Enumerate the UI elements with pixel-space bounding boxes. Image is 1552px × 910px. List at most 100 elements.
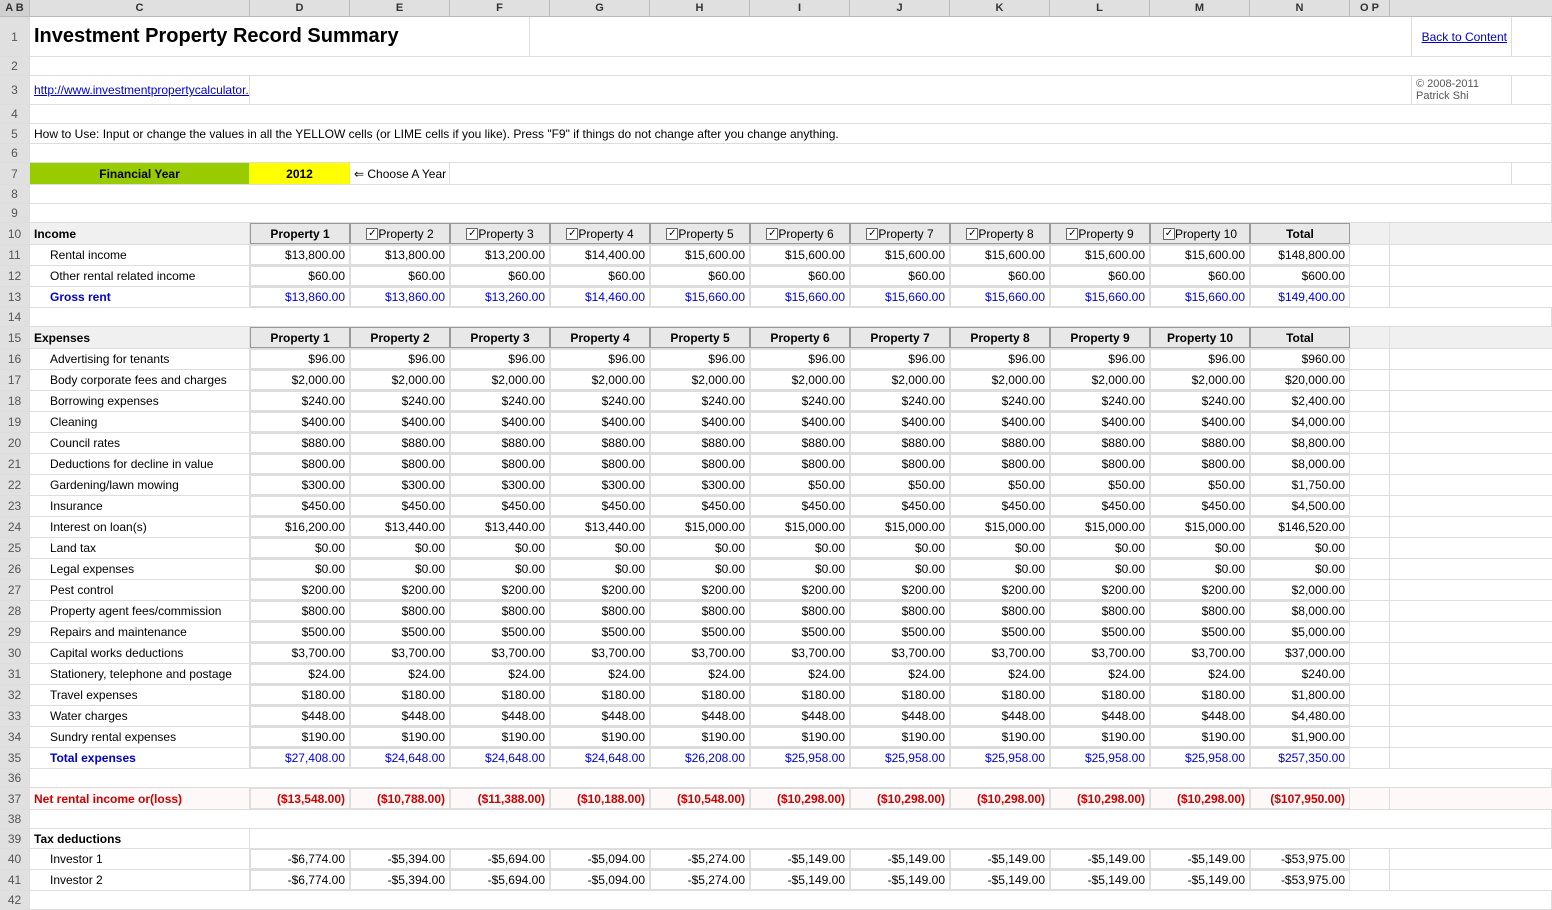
exp-val-17-2: $448.00: [450, 706, 550, 726]
exp-row-label-7: Insurance: [30, 496, 250, 516]
prop2-checkbox[interactable]: ✓: [366, 228, 378, 240]
exp-val-11-8: $200.00: [1050, 580, 1150, 600]
financial-year-value[interactable]: 2012: [250, 163, 350, 184]
exp-val-16-1: $180.00: [350, 685, 450, 705]
income-prop2-header: ✓ Property 2: [350, 223, 450, 244]
net-rental-p5: ($10,548.00): [650, 788, 750, 809]
exp-prop6-header: Property 6: [750, 327, 850, 348]
exp-val-13-9: $500.00: [1150, 622, 1250, 642]
exp-val-15-9: $24.00: [1150, 664, 1250, 684]
exp-val-10-1: $0.00: [350, 559, 450, 579]
rownum-11: 11: [0, 245, 30, 265]
exp-val-9-4: $0.00: [650, 538, 750, 558]
exp-val-1-9: $2,000.00: [1150, 370, 1250, 390]
prop8-checkbox[interactable]: ✓: [966, 228, 978, 240]
prop4-checkbox[interactable]: ✓: [566, 228, 578, 240]
exp-val-17-3: $448.00: [550, 706, 650, 726]
exp-val-13-4: $500.00: [650, 622, 750, 642]
net-rental-total: ($107,950.00): [1250, 788, 1350, 809]
inv2-p8: -$5,149.00: [950, 870, 1050, 890]
exp-row-label-0: Advertising for tenants: [30, 349, 250, 369]
exp-val-12-7: $800.00: [950, 601, 1050, 621]
rownum-exp-5: 21: [0, 454, 30, 474]
prop9-checkbox[interactable]: ✓: [1066, 228, 1078, 240]
exp-val-9-9: $0.00: [1150, 538, 1250, 558]
exp-val-3-5: $400.00: [750, 412, 850, 432]
inv1-p2: -$5,394.00: [350, 849, 450, 869]
rownum-5: 5: [0, 124, 30, 143]
exp-val-7-9: $450.00: [1150, 496, 1250, 516]
exp-val-11-3: $200.00: [550, 580, 650, 600]
exp-val-14-7: $3,700.00: [950, 643, 1050, 663]
exp-val-11-2: $200.00: [450, 580, 550, 600]
exp-val-19-9: $25,958.00: [1150, 748, 1250, 768]
exp-val-0-2: $96.00: [450, 349, 550, 369]
exp-row-label-16: Travel expenses: [30, 685, 250, 705]
rownum-10: 10: [0, 223, 30, 244]
row-5: 5 How to Use: Input or change the values…: [0, 124, 1552, 144]
exp-val-16-0: $180.00: [250, 685, 350, 705]
exp-val-1-4: $2,000.00: [650, 370, 750, 390]
exp-val-15-4: $24.00: [650, 664, 750, 684]
rownum-exp-10: 26: [0, 559, 30, 579]
exp-val-5-3: $800.00: [550, 454, 650, 474]
exp-prop1-header: Property 1: [250, 327, 350, 348]
prop10-checkbox[interactable]: ✓: [1163, 228, 1175, 240]
exp-val-7-3: $450.00: [550, 496, 650, 516]
inv2-total: -$53,975.00: [1250, 870, 1350, 890]
sheet-title: Investment Property Record Summary: [30, 17, 530, 56]
col-d-header: D: [250, 0, 350, 16]
row-14: 14: [0, 308, 1552, 327]
row3-spacer: [250, 76, 1412, 104]
website-link[interactable]: http://www.investmentpropertycalculator.…: [30, 76, 250, 104]
exp-val-5-1: $800.00: [350, 454, 450, 474]
inv1-p5: -$5,274.00: [650, 849, 750, 869]
exp-val-4-5: $880.00: [750, 433, 850, 453]
row-1: 1 Investment Property Record Summary Bac…: [0, 17, 1552, 57]
exp-val-19-8: $25,958.00: [1050, 748, 1150, 768]
exp-val-2-8: $240.00: [1050, 391, 1150, 411]
exp-val-12-4: $800.00: [650, 601, 750, 621]
back-link[interactable]: Back to Content: [1412, 17, 1512, 56]
prop3-checkbox[interactable]: ✓: [466, 228, 478, 240]
expense-row-9: 25Land tax$0.00$0.00$0.00$0.00$0.00$0.00…: [0, 538, 1552, 559]
other-income-p5: $60.00: [650, 266, 750, 286]
exp-val-15-2: $24.00: [450, 664, 550, 684]
exp-val-14-0: $3,700.00: [250, 643, 350, 663]
exp-val-4-2: $880.00: [450, 433, 550, 453]
exp-val-0-5: $96.00: [750, 349, 850, 369]
exp-val-13-7: $500.00: [950, 622, 1050, 642]
exp-val-18-2: $190.00: [450, 727, 550, 747]
exp-prop10-header: Property 10: [1150, 327, 1250, 348]
exp-val-11-5: $200.00: [750, 580, 850, 600]
rownum-exp-6: 22: [0, 475, 30, 495]
net-rental-p4: ($10,188.00): [550, 788, 650, 809]
rownum-exp-7: 23: [0, 496, 30, 516]
exp-val-8-2: $13,440.00: [450, 517, 550, 537]
exp-val-8-1: $13,440.00: [350, 517, 450, 537]
prop5-checkbox[interactable]: ✓: [666, 228, 678, 240]
howto-text: How to Use: Input or change the values i…: [30, 124, 1552, 143]
rownum-7: 7: [0, 163, 30, 184]
exp-val-17-1: $448.00: [350, 706, 450, 726]
col-c-header: C: [30, 0, 250, 16]
prop6-checkbox[interactable]: ✓: [766, 228, 778, 240]
exp-val-5-5: $800.00: [750, 454, 850, 474]
exp-val-19-10: $257,350.00: [1250, 748, 1350, 768]
exp-val-0-4: $96.00: [650, 349, 750, 369]
exp-val-18-1: $190.00: [350, 727, 450, 747]
other-income-p10: $60.00: [1150, 266, 1250, 286]
exp-row-label-17: Water charges: [30, 706, 250, 726]
rental-income-p1: $13,800.00: [250, 245, 350, 265]
net-rental-p9: ($10,298.00): [1050, 788, 1150, 809]
exp-val-14-3: $3,700.00: [550, 643, 650, 663]
prop7-checkbox[interactable]: ✓: [866, 228, 878, 240]
exp-val-10-6: $0.00: [850, 559, 950, 579]
exp-val-0-6: $96.00: [850, 349, 950, 369]
copyright: © 2008-2011 Patrick Shi: [1412, 76, 1512, 104]
expense-row-18: 34Sundry rental expenses$190.00$190.00$1…: [0, 727, 1552, 748]
expense-row-15: 31Stationery, telephone and postage$24.0…: [0, 664, 1552, 685]
rental-income-p9: $15,600.00: [1050, 245, 1150, 265]
net-rental-p2: ($10,788.00): [350, 788, 450, 809]
inv1-p1: -$6,774.00: [250, 849, 350, 869]
